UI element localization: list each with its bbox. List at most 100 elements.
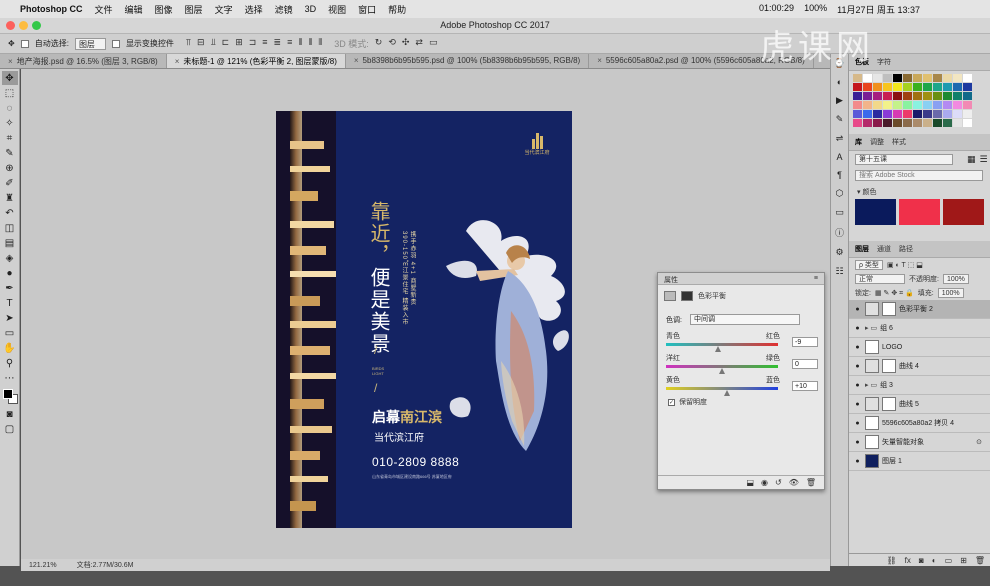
quick-mask-icon[interactable]: ◙ bbox=[2, 407, 18, 421]
color-swatch[interactable] bbox=[903, 92, 912, 100]
color-swatch[interactable] bbox=[893, 74, 902, 82]
layer-thumbnail[interactable] bbox=[865, 416, 879, 430]
filter-icons[interactable]: ▣ ◐ T ⬚ ⬓ bbox=[887, 261, 923, 269]
add-mask-icon[interactable]: ◙ bbox=[919, 556, 924, 565]
tab-paths[interactable]: 路径 bbox=[899, 244, 913, 254]
yellow-blue-slider[interactable]: 黄色 蓝色 +10 bbox=[666, 375, 818, 397]
color-swatch[interactable] bbox=[883, 74, 892, 82]
preserve-checkbox[interactable]: ✓ bbox=[668, 398, 675, 406]
tone-dropdown[interactable]: 中间调 bbox=[689, 314, 800, 325]
color-swatch[interactable] bbox=[893, 119, 902, 127]
color-swatch[interactable] bbox=[963, 83, 972, 91]
move-tool-icon[interactable]: ✥ bbox=[8, 39, 15, 48]
distribute-center-icon[interactable]: ≣ bbox=[274, 37, 282, 50]
zoom-level[interactable]: 121.21% bbox=[29, 562, 57, 569]
info-icon[interactable]: ⓘ bbox=[835, 226, 844, 239]
color-swatch[interactable] bbox=[913, 119, 922, 127]
menu-help[interactable]: 帮助 bbox=[388, 3, 406, 16]
layer-row[interactable]: ● 矢量智能对象 ⊙ bbox=[849, 433, 990, 452]
tab-character[interactable]: 字符 bbox=[877, 57, 891, 67]
slider-thumb[interactable] bbox=[719, 368, 725, 374]
color-swatch[interactable] bbox=[863, 119, 872, 127]
color-swatch[interactable] bbox=[903, 110, 912, 118]
close-tab-icon[interactable]: × bbox=[354, 56, 359, 65]
eye-icon[interactable]: ● bbox=[853, 344, 862, 351]
move-tool-icon[interactable]: ✥ bbox=[1, 71, 18, 85]
new-adjustment-icon[interactable]: ◐ bbox=[932, 556, 937, 565]
stamp-tool-icon[interactable]: ♜ bbox=[2, 191, 18, 205]
layer-row[interactable]: ● 曲线 4 bbox=[849, 357, 990, 376]
color-swatch[interactable] bbox=[873, 74, 882, 82]
fx-icon[interactable]: fx bbox=[905, 556, 911, 565]
menu-file[interactable]: 文件 bbox=[95, 3, 113, 16]
menu-layer[interactable]: 图层 bbox=[185, 3, 203, 16]
list-view-icon[interactable]: ☰ bbox=[980, 154, 988, 165]
layer-row[interactable]: ● 曲线 5 bbox=[849, 395, 990, 414]
library-color-swatch[interactable] bbox=[943, 199, 984, 225]
color-swatch[interactable] bbox=[933, 101, 942, 109]
color-swatch[interactable] bbox=[913, 83, 922, 91]
layer-mask-thumbnail[interactable] bbox=[882, 302, 896, 316]
visibility-icon[interactable]: 👁 bbox=[789, 478, 799, 487]
shape-tool-icon[interactable]: ▭ bbox=[2, 326, 18, 340]
layer-mask-thumbnail[interactable] bbox=[882, 359, 896, 373]
eraser-tool-icon[interactable]: ◫ bbox=[2, 221, 18, 235]
color-swatch[interactable] bbox=[863, 83, 872, 91]
color-swatch[interactable] bbox=[883, 101, 892, 109]
menu-type[interactable]: 文字 bbox=[215, 3, 233, 16]
align-right-icon[interactable]: ⊐ bbox=[249, 37, 257, 50]
align-top-icon[interactable]: ⫪ bbox=[186, 37, 191, 50]
brush-tool-icon[interactable]: ✐ bbox=[2, 176, 18, 190]
color-swatch[interactable] bbox=[963, 110, 972, 118]
layer-thumbnail[interactable] bbox=[865, 302, 879, 316]
slide-3d-icon[interactable]: ⇄ bbox=[415, 37, 423, 50]
layer-row[interactable]: ● LOGO bbox=[849, 338, 990, 357]
layer-thumbnail[interactable] bbox=[865, 397, 879, 411]
color-swatch[interactable] bbox=[903, 74, 912, 82]
marquee-tool-icon[interactable]: ⬚ bbox=[2, 86, 18, 100]
menu-filter[interactable]: 滤镜 bbox=[275, 3, 293, 16]
screen-mode-icon[interactable]: ▢ bbox=[2, 422, 18, 436]
align-bottom-icon[interactable]: ⫫ bbox=[211, 37, 216, 50]
distribute-hcenter-icon[interactable]: ⦀ bbox=[308, 37, 312, 50]
drag-3d-icon[interactable]: ✣ bbox=[402, 37, 410, 50]
color-swatch[interactable] bbox=[953, 110, 962, 118]
lasso-tool-icon[interactable]: ◌ bbox=[2, 101, 18, 115]
folder-icon[interactable]: ▸ ▭ bbox=[865, 381, 877, 389]
pen-tool-icon[interactable]: ✒ bbox=[2, 281, 18, 295]
color-swatch[interactable] bbox=[883, 92, 892, 100]
panel-menu-icon[interactable]: ≡ bbox=[814, 275, 818, 282]
distribute-right-icon[interactable]: ⦀ bbox=[318, 37, 322, 50]
eye-icon[interactable]: ● bbox=[853, 382, 862, 389]
color-swatch[interactable] bbox=[943, 101, 952, 109]
color-swatch[interactable] bbox=[853, 119, 862, 127]
library-search-input[interactable]: 搜索 Adobe Stock bbox=[855, 170, 983, 181]
color-swatch[interactable] bbox=[923, 119, 932, 127]
color-swatch[interactable] bbox=[873, 83, 882, 91]
menu-3d[interactable]: 3D bbox=[305, 4, 317, 14]
reset-icon[interactable]: ↺ bbox=[775, 478, 782, 487]
color-swatch[interactable] bbox=[923, 110, 932, 118]
slider-track[interactable] bbox=[666, 387, 778, 390]
color-swatch[interactable] bbox=[943, 74, 952, 82]
doc-tab[interactable]: × 5b8398b6b95b595.psd @ 100% (5b8398b6b95… bbox=[346, 54, 590, 68]
menu-window[interactable]: 窗口 bbox=[358, 3, 376, 16]
color-swatch[interactable] bbox=[873, 92, 882, 100]
color-swatch[interactable] bbox=[893, 83, 902, 91]
color-swatch[interactable] bbox=[853, 101, 862, 109]
align-hcenter-icon[interactable]: ⊞ bbox=[235, 37, 243, 50]
adjust-icon[interactable]: ⇌ bbox=[836, 133, 844, 144]
foreground-color[interactable] bbox=[2, 389, 13, 399]
color-swatch[interactable] bbox=[963, 119, 972, 127]
poster-canvas[interactable]: 当代滨江府 靠近，便是美景 携手赤羽 4+1 商墅新贵 390-150㎡江景住宅 … bbox=[276, 111, 572, 528]
eye-icon[interactable]: ● bbox=[853, 325, 862, 332]
color-swatch[interactable] bbox=[853, 74, 862, 82]
delete-layer-icon[interactable]: 🗑 bbox=[975, 556, 985, 565]
library-color-swatch[interactable] bbox=[899, 199, 940, 225]
navigator-icon[interactable]: ▭ bbox=[835, 207, 844, 218]
slider-value-input[interactable]: 0 bbox=[792, 359, 818, 369]
paragraph-icon[interactable]: ¶ bbox=[837, 170, 842, 180]
color-swatch[interactable] bbox=[873, 119, 882, 127]
tab-channels[interactable]: 通道 bbox=[877, 244, 891, 254]
new-layer-icon[interactable]: ⊞ bbox=[960, 556, 967, 565]
